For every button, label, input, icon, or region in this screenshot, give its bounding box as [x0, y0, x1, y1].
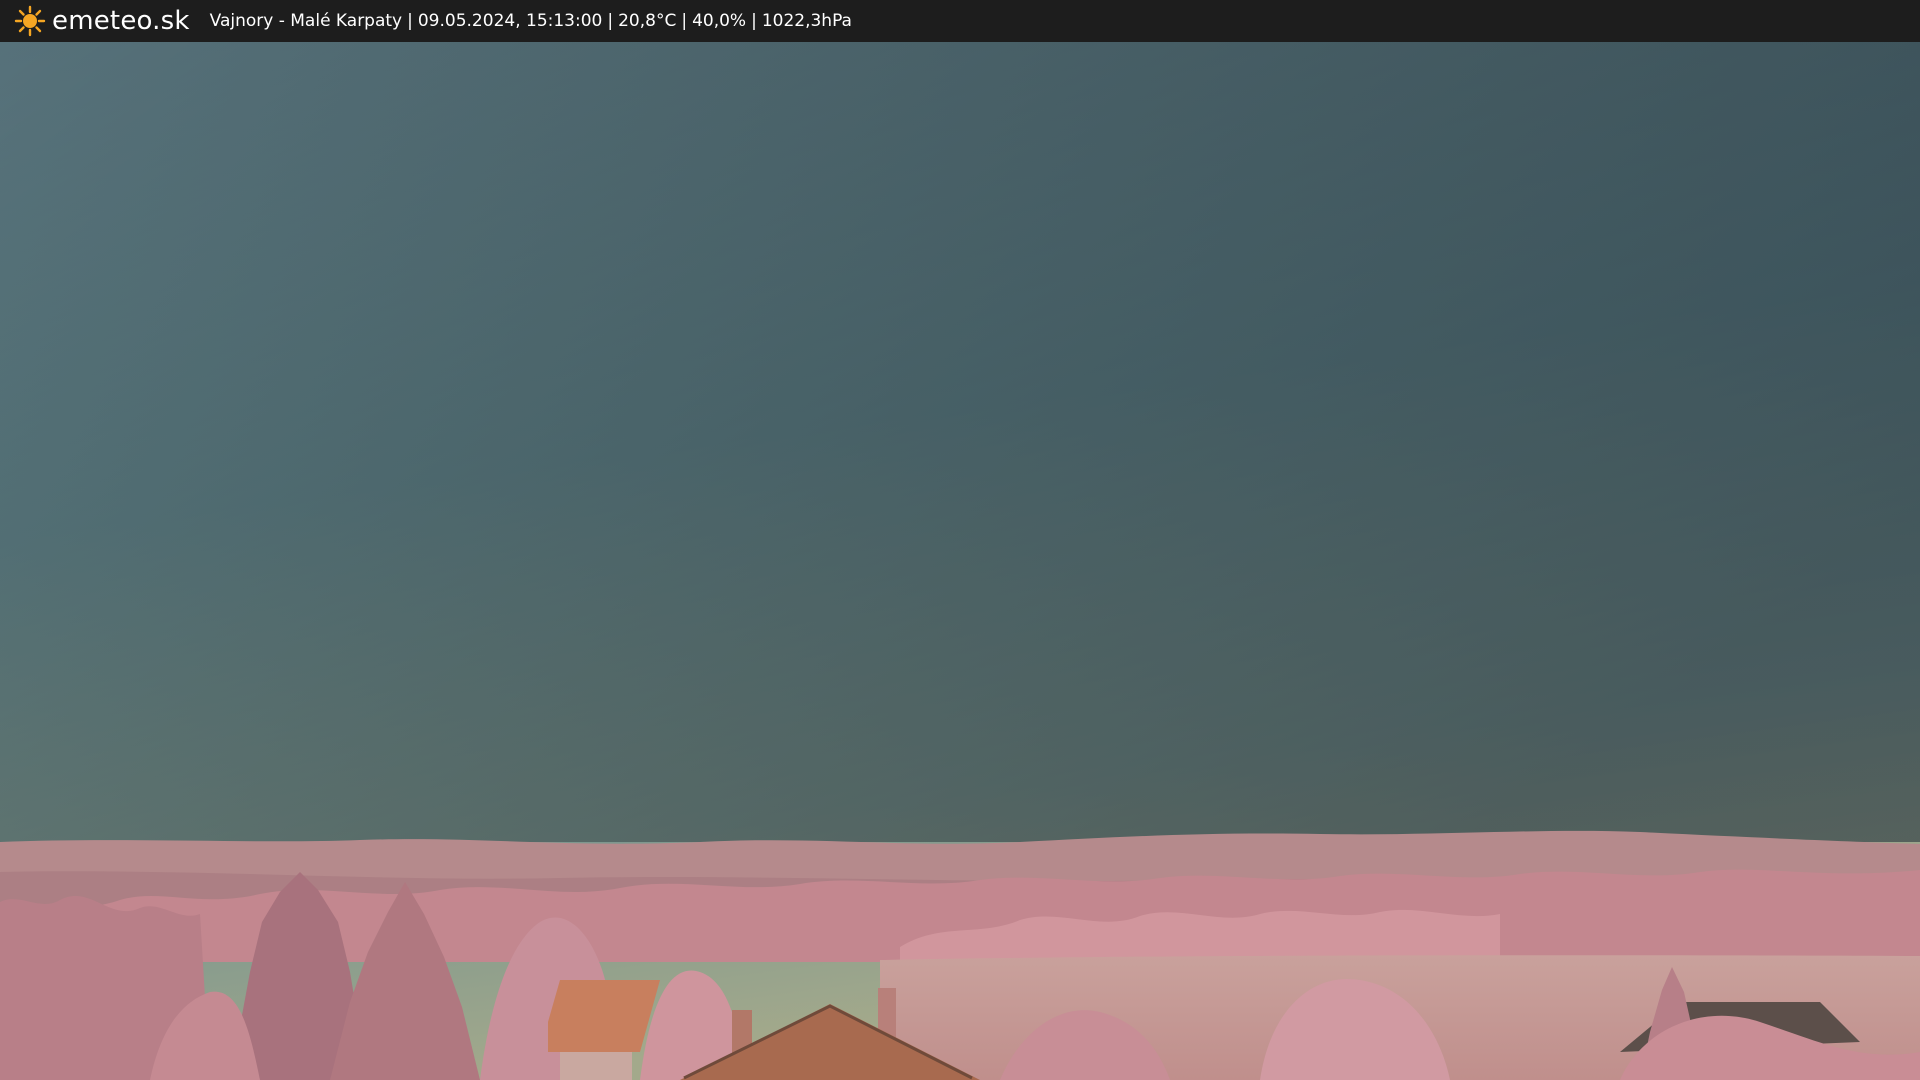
sky-shade	[0, 42, 1920, 842]
separator: |	[607, 11, 614, 31]
brand-name[interactable]: emeteo.sk	[52, 6, 190, 36]
location-label: Vajnory - Malé Karpaty	[209, 11, 403, 31]
pressure-label: 1022,3hPa	[761, 11, 852, 31]
separator: |	[681, 11, 688, 31]
info-bar: emeteo.sk Vajnory - Malé Karpaty | 09.05.2…	[0, 0, 1920, 42]
temperature-label: 20,8°C	[618, 11, 677, 31]
datetime-label: 09.05.2024, 15:13:00	[417, 11, 603, 31]
house-wall	[560, 1052, 632, 1080]
station-info: Vajnory - Malé Karpaty | 09.05.2024, 15:13…	[210, 11, 852, 31]
webcam-image	[0, 42, 1920, 1080]
sun-icon	[14, 5, 46, 37]
humidity-label: 40,0%	[692, 11, 747, 31]
webcam-frame: emeteo.sk Vajnory - Malé Karpaty | 09.05.2…	[0, 0, 1920, 1080]
separator: |	[751, 11, 757, 31]
separator: |	[407, 11, 413, 31]
